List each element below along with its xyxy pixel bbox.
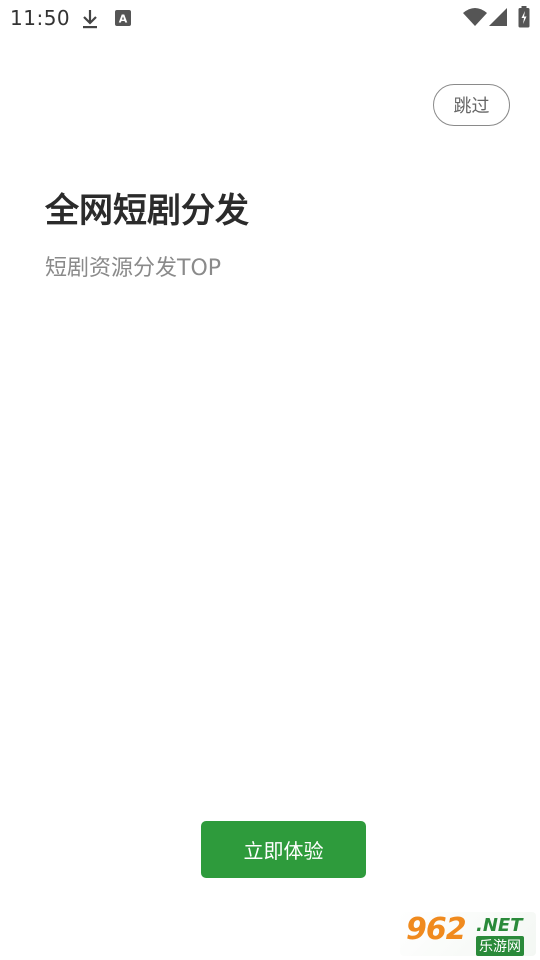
wifi-icon <box>462 7 488 27</box>
page-subtitle: 短剧资源分发TOP <box>45 256 222 281</box>
signal-icon <box>488 7 508 27</box>
try-now-button[interactable]: 立即体验 <box>201 821 366 878</box>
skip-button[interactable]: 跳过 <box>433 84 510 126</box>
watermark: 962 .NET 乐游网 <box>400 912 536 956</box>
svg-text:A: A <box>119 13 128 26</box>
a-notification-icon: A <box>114 9 134 29</box>
watermark-number: 962 <box>406 912 467 947</box>
watermark-cn: 乐游网 <box>476 936 524 956</box>
download-icon <box>80 8 100 29</box>
status-bar: 11:50 A <box>0 0 540 36</box>
battery-icon <box>518 6 530 28</box>
page-title: 全网短剧分发 <box>45 191 249 231</box>
watermark-net: .NET <box>476 915 523 936</box>
status-time: 11:50 <box>10 6 71 30</box>
